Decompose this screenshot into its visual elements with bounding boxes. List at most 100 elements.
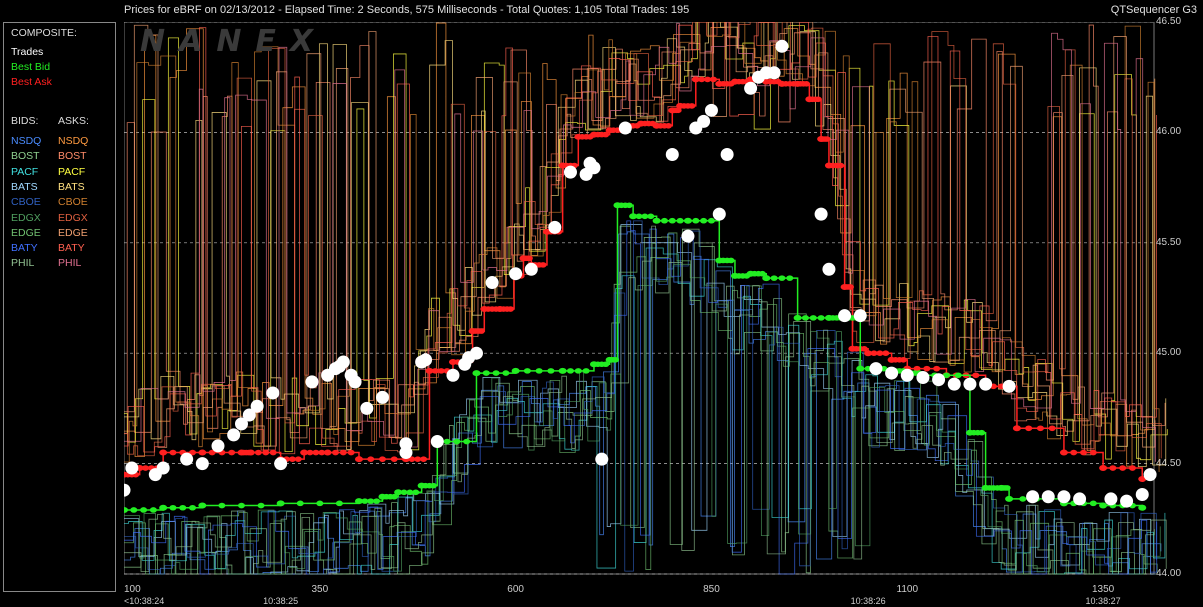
best-ask-point xyxy=(688,103,696,109)
trade-point xyxy=(681,229,695,243)
best-ask-point xyxy=(933,365,941,372)
legend-ask-bats: BATS xyxy=(58,180,85,193)
trade-point xyxy=(814,207,828,221)
best-ask-point xyxy=(339,449,347,456)
best-ask-point xyxy=(420,456,428,462)
best-bid-point xyxy=(856,365,865,372)
y-tick-label: 44.50 xyxy=(1156,457,1182,469)
asks-label: ASKS: xyxy=(58,115,89,127)
legend-bid-cboe: CBOE xyxy=(11,196,41,209)
trade-point xyxy=(227,428,241,442)
best-bid-point xyxy=(482,370,490,376)
best-ask-point xyxy=(709,76,717,83)
trade-point xyxy=(336,355,350,369)
trade-point xyxy=(1143,468,1157,482)
legend-trades: Trades xyxy=(11,46,44,58)
best-bid-point xyxy=(189,504,197,511)
trade-point xyxy=(838,309,852,323)
trade-point xyxy=(665,147,679,161)
y-tick-label: 45.00 xyxy=(1156,347,1182,359)
best-ask-point xyxy=(1025,425,1033,432)
best-bid-point xyxy=(429,482,437,489)
legend-ask-edge: EDGE xyxy=(58,226,88,239)
best-ask-point xyxy=(254,449,262,456)
y-tick-label: 46.00 xyxy=(1156,126,1182,138)
best-ask-point xyxy=(269,449,277,456)
trade-point xyxy=(485,276,499,290)
best-bid-point xyxy=(169,504,177,511)
trade-point xyxy=(697,114,711,128)
trade-point xyxy=(156,461,170,475)
legend-bid-pacf: PACF xyxy=(11,165,39,178)
best-ask-point xyxy=(837,162,845,169)
legend-bid-nsdq: NSDQ xyxy=(11,135,42,147)
trade-point xyxy=(430,435,444,449)
trade-point xyxy=(563,165,577,179)
best-bid-point xyxy=(778,275,786,281)
best-ask-point xyxy=(882,350,890,357)
x-tick-label: 850 xyxy=(703,584,720,595)
trade-point xyxy=(274,457,288,471)
best-bid-point xyxy=(257,502,265,509)
best-ask-point xyxy=(1119,465,1127,471)
best-ask-point xyxy=(1036,425,1044,432)
trade-point xyxy=(704,103,718,117)
trade-point xyxy=(1104,492,1118,506)
best-ask-point xyxy=(169,449,177,456)
best-bid-point xyxy=(625,202,633,209)
best-bid-point xyxy=(692,217,700,224)
best-ask-point xyxy=(923,365,931,372)
best-bid-point xyxy=(668,217,676,224)
best-bid-point xyxy=(1089,500,1097,507)
legend-ask-edgx: EDGX xyxy=(58,211,88,224)
best-bid-point xyxy=(159,504,168,511)
best-ask-point xyxy=(525,255,533,262)
time-tick-label: 10:38:26 xyxy=(850,596,886,606)
trade-point xyxy=(360,401,374,415)
best-bid-point xyxy=(770,275,778,281)
legend-ask-baty: BATY xyxy=(58,242,85,255)
best-bid-point xyxy=(237,502,245,509)
best-ask-point xyxy=(899,357,907,363)
best-bid-point xyxy=(296,500,304,507)
bids-label: BIDS: xyxy=(11,115,39,127)
trade-point xyxy=(869,362,883,376)
best-ask-point xyxy=(367,456,375,462)
best-ask-point xyxy=(378,456,386,462)
trade-point xyxy=(548,220,562,234)
trade-point xyxy=(595,452,609,466)
best-ask-point xyxy=(198,449,207,456)
trade-point xyxy=(1057,490,1071,504)
best-bid-point xyxy=(762,275,771,282)
trade-point xyxy=(1041,490,1055,504)
time-tick-label: 10:38:27 xyxy=(1085,596,1121,606)
best-bid-point xyxy=(149,507,157,513)
best-ask-point xyxy=(390,456,398,462)
best-ask-point xyxy=(323,449,332,456)
best-ask-point xyxy=(262,449,270,456)
best-ask-point xyxy=(1059,449,1068,456)
best-ask-point xyxy=(354,456,363,463)
best-ask-point xyxy=(972,372,980,379)
best-ask-point xyxy=(846,284,854,290)
legend-best-ask: Best Ask xyxy=(11,76,52,88)
best-bid-point xyxy=(1005,495,1014,502)
x-tick-label: 350 xyxy=(311,584,329,595)
best-ask-point xyxy=(246,449,255,456)
trade-point xyxy=(900,368,914,382)
trade-point xyxy=(775,39,789,53)
legend-ask-nsdq: NSDQ xyxy=(58,135,89,147)
best-bid-point xyxy=(472,370,481,377)
x-tick-label: 1350 xyxy=(1091,584,1115,595)
best-ask-point xyxy=(1080,449,1088,456)
best-ask-point xyxy=(1048,425,1056,432)
trade-point xyxy=(1135,488,1149,502)
best-ask-point xyxy=(294,456,302,462)
best-bid-point xyxy=(978,429,986,436)
composite-label: COMPOSITE: xyxy=(11,27,77,39)
legend-ask-cboe: CBOE xyxy=(58,196,88,209)
best-bid-point xyxy=(574,368,582,374)
trade-point xyxy=(348,375,362,389)
best-bid-point xyxy=(535,368,543,374)
legend-ask-bost: BOST xyxy=(58,150,87,163)
